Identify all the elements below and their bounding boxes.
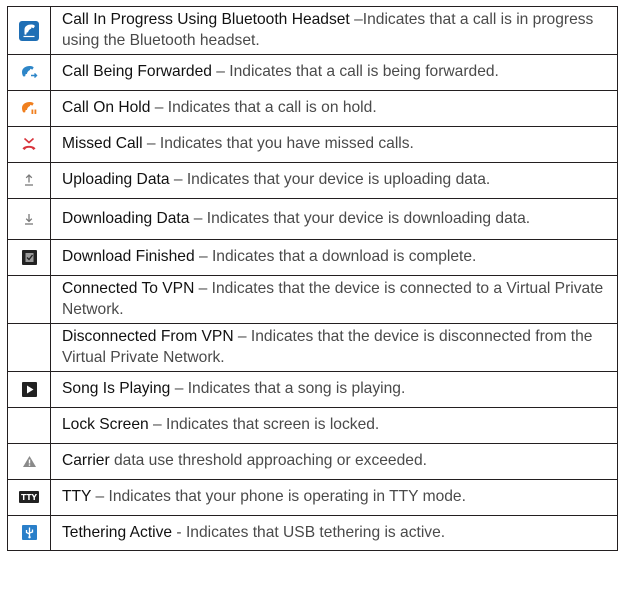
icon-cell: [7, 515, 51, 551]
icon-term: Disconnected From VPN: [62, 328, 234, 345]
icon-term: Connected To VPN: [62, 280, 195, 297]
status-icons-table: Call In Progress Using Bluetooth Headset…: [7, 6, 618, 551]
table-row: Call On Hold – Indicates that a call is …: [7, 90, 618, 127]
icon-term: Uploading Data: [62, 171, 170, 189]
icon-term: Downloading Data: [62, 209, 190, 227]
tty-icon: TTY: [19, 491, 39, 504]
icon-description: – Indicates that a song is playing.: [170, 380, 406, 398]
icon-term: Tethering Active: [62, 523, 173, 541]
icon-cell-empty: [7, 407, 51, 444]
usb-tethering-icon: [21, 525, 37, 541]
description-cell: Call Being Forwarded – Indicates that a …: [50, 54, 618, 91]
download-finished-icon: [21, 249, 37, 265]
icon-term: Download Finished: [62, 248, 195, 266]
icon-cell-empty: [7, 323, 51, 372]
description-cell: Call In Progress Using Bluetooth Headset…: [50, 6, 618, 55]
table-row: Uploading Data – Indicates that your dev…: [7, 162, 618, 199]
icon-description: - Indicates that USB tethering is active…: [172, 523, 446, 541]
icon-description: – Indicates that a download is complete.: [194, 248, 477, 266]
uploading-data-icon: [23, 173, 35, 187]
tty-icon-label: TTY: [21, 493, 37, 502]
description-cell: Carrier data use threshold approaching o…: [50, 443, 618, 480]
icon-description: – Indicates that you have missed calls.: [142, 135, 414, 153]
description-cell: Call On Hold – Indicates that a call is …: [50, 90, 618, 127]
icon-description: – Indicates that your device is download…: [189, 209, 531, 227]
table-row: Missed Call – Indicates that you have mi…: [7, 126, 618, 163]
icon-description: – Indicates that screen is locked.: [148, 416, 380, 434]
icon-term: Carrier: [62, 452, 110, 470]
icon-description: – Indicates that your device is uploadin…: [169, 171, 491, 189]
icon-term: TTY: [62, 488, 92, 506]
table-row: Call Being Forwarded – Indicates that a …: [7, 54, 618, 91]
table-row: Downloading Data – Indicates that your d…: [7, 198, 618, 240]
description-cell: Uploading Data – Indicates that your dev…: [50, 162, 618, 199]
description-cell: TTY – Indicates that your phone is opera…: [50, 479, 618, 516]
icon-cell: [7, 126, 51, 163]
description-cell: Tethering Active - Indicates that USB te…: [50, 515, 618, 551]
table-row: Download Finished – Indicates that a dow…: [7, 239, 618, 276]
table-row: TTY TTY – Indicates that your phone is o…: [7, 479, 618, 516]
call-forwarded-icon: [20, 64, 38, 80]
description-cell: Missed Call – Indicates that you have mi…: [50, 126, 618, 163]
table-row: Tethering Active - Indicates that USB te…: [7, 515, 618, 551]
icon-cell: [7, 198, 51, 240]
icon-description: – Indicates that a call is being forward…: [211, 63, 499, 81]
icon-term: Call In Progress Using Bluetooth Headset: [62, 11, 350, 28]
description-cell: Downloading Data – Indicates that your d…: [50, 198, 618, 240]
song-playing-icon: [21, 381, 37, 397]
icon-term: Lock Screen: [62, 416, 149, 434]
icon-term: Missed Call: [62, 135, 143, 153]
description-cell: Disconnected From VPN – Indicates that t…: [50, 323, 618, 372]
icon-description: data use threshold approaching or exceed…: [109, 452, 427, 470]
description-cell: Connected To VPN – Indicates that the de…: [50, 275, 618, 324]
icon-cell: [7, 54, 51, 91]
icon-cell: [7, 6, 51, 55]
icon-description: – Indicates that your phone is operating…: [91, 488, 466, 506]
icon-cell: [7, 162, 51, 199]
call-bluetooth-icon: [19, 20, 39, 41]
icon-cell: [7, 90, 51, 127]
missed-call-icon: [21, 136, 37, 152]
icon-term: Call Being Forwarded: [62, 63, 212, 81]
icon-cell: TTY: [7, 479, 51, 516]
table-row: Lock Screen – Indicates that screen is l…: [7, 407, 618, 444]
icon-cell: [7, 371, 51, 408]
icon-term: Song Is Playing: [62, 380, 171, 398]
carrier-warning-icon: [22, 455, 37, 468]
downloading-data-icon: [23, 212, 35, 226]
table-row: Carrier data use threshold approaching o…: [7, 443, 618, 480]
table-row: Connected To VPN – Indicates that the de…: [7, 275, 618, 324]
table-row: Disconnected From VPN – Indicates that t…: [7, 323, 618, 372]
table-row: Call In Progress Using Bluetooth Headset…: [7, 6, 618, 55]
description-cell: Song Is Playing – Indicates that a song …: [50, 371, 618, 408]
icon-cell: [7, 239, 51, 276]
table-row: Song Is Playing – Indicates that a song …: [7, 371, 618, 408]
call-on-hold-icon: [20, 100, 38, 116]
icon-description: – Indicates that a call is on hold.: [150, 99, 377, 117]
icon-cell-empty: [7, 275, 51, 324]
description-cell: Lock Screen – Indicates that screen is l…: [50, 407, 618, 444]
description-cell: Download Finished – Indicates that a dow…: [50, 239, 618, 276]
icon-term: Call On Hold: [62, 99, 151, 117]
icon-cell: [7, 443, 51, 480]
